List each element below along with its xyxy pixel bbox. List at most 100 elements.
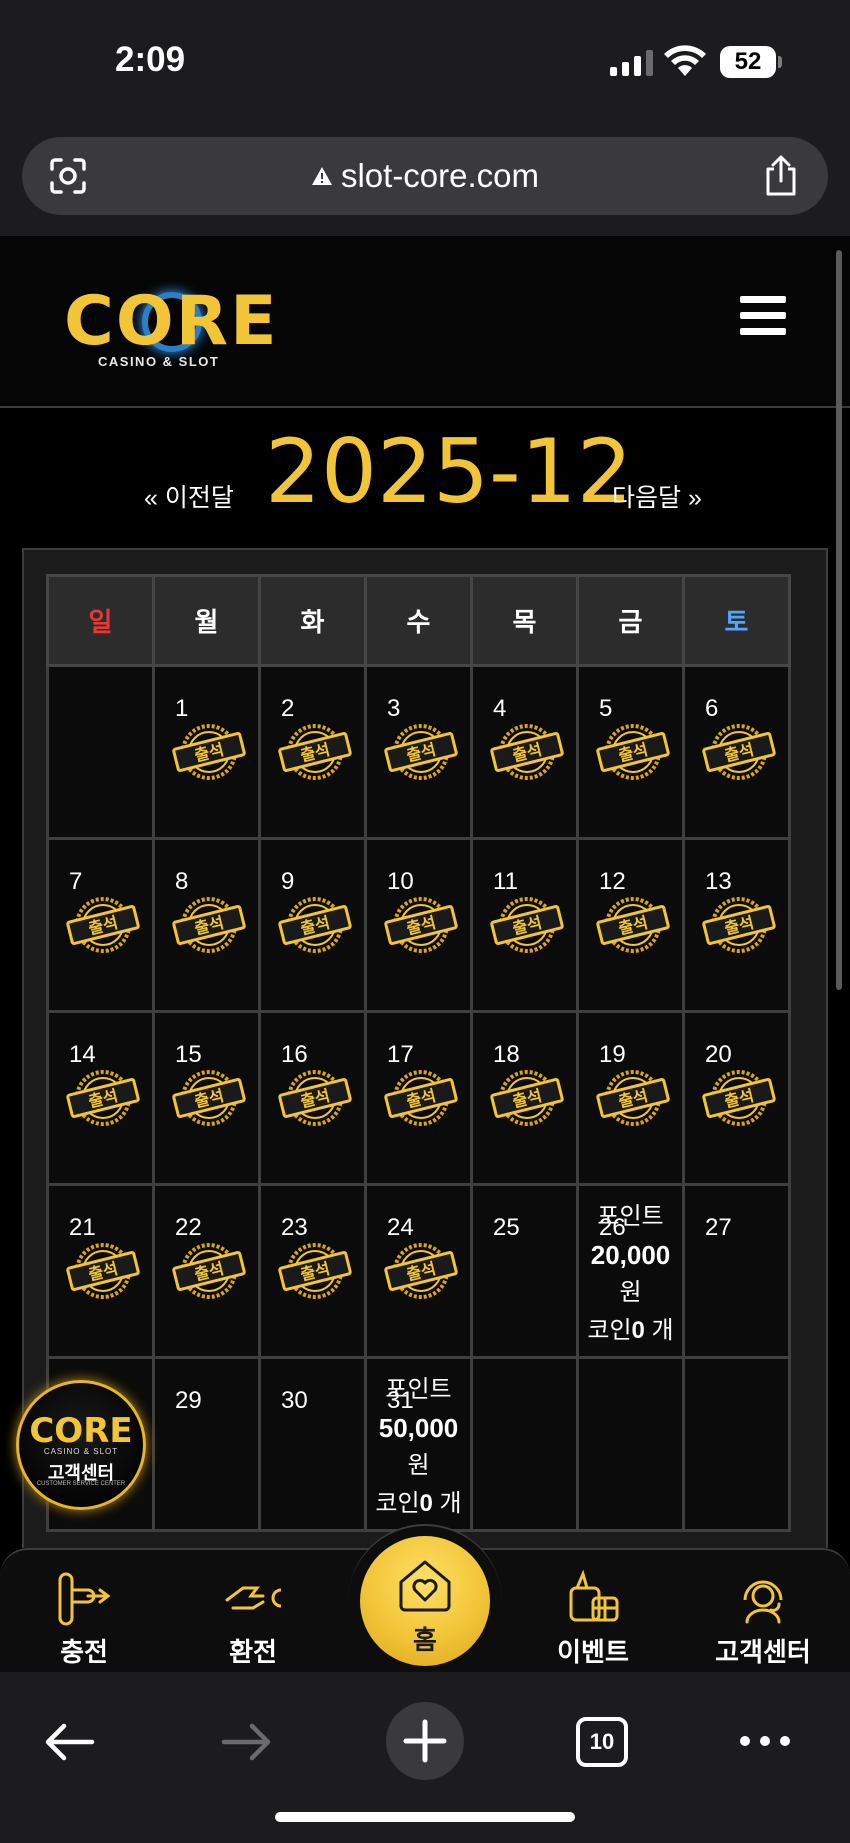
calendar-day-cell: 10 출석 [364, 837, 473, 1013]
day-number: 14 [69, 1041, 96, 1068]
cs-logo-subtitle: CASINO & SLOT [43, 1447, 119, 1456]
menu-icon[interactable] [740, 296, 786, 336]
point-unit: 원 [407, 1452, 430, 1479]
calendar-day-cell: 31 포인트 50,000 원 코인0 개 [364, 1356, 473, 1532]
calendar-empty-cell [576, 1356, 685, 1532]
warning-icon [311, 167, 332, 185]
new-tab-button[interactable] [386, 1702, 464, 1780]
day-number: 12 [599, 868, 626, 895]
logo-subtitle: CASINO & SLOT [98, 354, 220, 369]
nav-home-button[interactable]: 홈 [360, 1536, 490, 1666]
nav-event[interactable]: 이벤트 [518, 1570, 668, 1669]
core-logo[interactable]: CORE CASINO & SLOT [64, 282, 277, 372]
forward-arrow-icon[interactable] [220, 1720, 274, 1764]
nav-charge[interactable]: 충전 [9, 1570, 159, 1669]
point-reward: 포인트 50,000 원 코인0 개 [367, 1371, 470, 1523]
coin-prefix: 코인 [375, 1490, 420, 1517]
browser-toolbar: 10 [0, 1672, 850, 1843]
calendar-day-cell: 8 출석 [152, 837, 261, 1013]
month-navigation: « 이전달 2025-12 다음달 » [0, 420, 850, 523]
url-display[interactable]: slot-core.com [22, 157, 828, 195]
day-number: 7 [69, 868, 83, 895]
headset-icon [743, 1580, 783, 1624]
battery-nub [778, 56, 782, 68]
nav-charge-label: 충전 [60, 1637, 108, 1667]
weekday-thu: 목 [470, 574, 579, 667]
day-number: 5 [599, 695, 613, 722]
logo-wordmark: CORE [64, 282, 279, 361]
coin-count: 코인0 개 [367, 1485, 470, 1523]
calendar-day-cell: 21 출석 [46, 1183, 155, 1359]
home-indicator [275, 1812, 575, 1822]
calendar-day-cell: 12 출석 [576, 837, 685, 1013]
weekday-header-row: 일 월 화 수 목 금 토 [46, 574, 791, 667]
calendar-day-cell: 25 [470, 1183, 579, 1359]
calendar-day-cell: 16 출석 [258, 1010, 367, 1186]
next-month-link[interactable]: 다음달 » [612, 478, 702, 514]
attendance-stamp-icon: 출석 [278, 724, 352, 780]
back-arrow-icon[interactable] [42, 1720, 96, 1764]
attendance-calendar: 일 월 화 수 목 금 토 1 출석 2 출석 3 출석 4 출석 5 출석 6 출석 7 출석 8 출석 9 출… [22, 548, 828, 1548]
attendance-stamp-icon: 출석 [384, 1070, 458, 1126]
calendar-day-cell: 15 출석 [152, 1010, 261, 1186]
day-number: 27 [705, 1214, 732, 1241]
calendar-week-row: 29 30 31 포인트 50,000 원 코인0 개 [46, 1356, 791, 1532]
attendance-stamp-icon: 출석 [278, 1243, 352, 1299]
day-number: 30 [281, 1387, 308, 1414]
attendance-stamp-icon: 출석 [596, 897, 670, 953]
calendar-day-cell: 27 [682, 1183, 791, 1359]
attendance-stamp-icon: 출석 [172, 1243, 246, 1299]
exchange-icon [225, 1586, 282, 1610]
nav-support-label: 고객센터 [715, 1637, 811, 1667]
day-number: 20 [705, 1041, 732, 1068]
weekday-fri: 금 [576, 574, 685, 667]
tab-count-button[interactable]: 10 [576, 1717, 628, 1767]
share-icon[interactable] [762, 155, 800, 197]
day-number: 23 [281, 1214, 308, 1241]
attendance-stamp-icon: 출석 [384, 1243, 458, 1299]
page-scrollbar[interactable] [836, 250, 842, 990]
day-number: 8 [175, 868, 189, 895]
charge-icon [58, 1572, 111, 1626]
month-title: 2025-12 [265, 420, 633, 523]
calendar-week-row: 1 출석 2 출석 3 출석 4 출석 5 출석 6 출석 [46, 664, 791, 840]
attendance-stamp-icon: 출석 [702, 1070, 776, 1126]
day-number: 21 [69, 1214, 96, 1241]
day-number: 11 [493, 868, 518, 895]
weekday-tue: 화 [258, 574, 367, 667]
calendar-week-row: 14 출석 15 출석 16 출석 17 출석 18 출석 19 출석 20 출석 [46, 1010, 791, 1186]
customer-service-float-button[interactable]: CORE CASINO & SLOT 고객센터 CUSTOMER SERVICE… [16, 1380, 146, 1510]
calendar-table: 일 월 화 수 목 금 토 1 출석 2 출석 3 출석 4 출석 5 출석 6 출석 7 출석 8 출석 9 출… [46, 574, 791, 1532]
day-number: 13 [705, 868, 732, 895]
attendance-stamp-icon: 출석 [172, 1070, 246, 1126]
calendar-day-cell: 30 [258, 1356, 367, 1532]
more-menu-icon[interactable] [740, 1736, 790, 1746]
nav-support[interactable]: 고객센터 [688, 1570, 838, 1669]
calendar-day-cell: 3 출석 [364, 664, 473, 840]
point-unit: 원 [619, 1279, 642, 1306]
day-number: 24 [387, 1214, 414, 1241]
calendar-empty-cell [46, 664, 155, 840]
calendar-day-cell: 26 포인트 20,000 원 코인0 개 [576, 1183, 685, 1359]
prev-month-link[interactable]: « 이전달 [144, 478, 234, 514]
coin-unit: 개 [644, 1317, 674, 1344]
calendar-day-cell: 22 출석 [152, 1183, 261, 1359]
coin-unit: 개 [432, 1490, 462, 1517]
attendance-stamp-icon: 출석 [66, 1070, 140, 1126]
weekday-sun: 일 [46, 574, 155, 667]
attendance-stamp-icon: 출석 [66, 1243, 140, 1299]
attendance-stamp-icon: 출석 [278, 1070, 352, 1126]
attendance-stamp-icon: 출석 [172, 724, 246, 780]
nav-exchange[interactable]: 환전 [178, 1570, 328, 1669]
attendance-stamp-icon: 출석 [596, 1070, 670, 1126]
status-bar: 2:09 52 [0, 0, 850, 130]
address-bar[interactable]: slot-core.com [22, 137, 828, 215]
calendar-empty-cell [682, 1356, 791, 1532]
calendar-day-cell: 11 출석 [470, 837, 579, 1013]
attendance-stamp-icon: 출석 [596, 724, 670, 780]
calendar-empty-cell [470, 1356, 579, 1532]
cellular-signal-icon [610, 50, 653, 76]
day-number: 2 [281, 695, 295, 722]
coin-value: 0 [631, 1317, 645, 1344]
day-number: 15 [175, 1041, 202, 1068]
